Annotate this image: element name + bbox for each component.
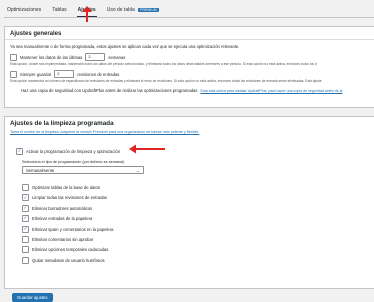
keep-revisions-input[interactable]: 2 [54,70,75,78]
schedule-option-checkbox[interactable]: ✓ [22,215,29,223]
keep-revisions-checkbox[interactable] [10,70,17,78]
schedule-option-row: ✓ Eliminar borradores automáticos [22,204,93,212]
general-settings-title: Ajustes generales [5,27,374,40]
keep-weeks-unit: semanas [108,54,126,60]
keep-data-note: Esta opción, donde sea implementada, man… [10,62,317,66]
save-settings-button[interactable]: Guardar ajustes [12,293,53,302]
schedule-type-label: Selecciona el tipo de programación (por … [22,160,125,164]
annotation-arrow-up [82,6,92,22]
keep-weeks-input[interactable]: 2 [85,53,106,61]
schedule-type-value: Semanalmente [26,168,55,173]
scheduled-cleanup-panel: Ajustes de la limpieza programada Toma e… [4,116,374,289]
keep-revisions-row: Siempre guardar 2 revisiones de entradas [10,70,119,78]
schedule-option-label: Limpiar todas las revisiones de entradas [32,195,107,201]
schedule-option-checkbox[interactable] [22,256,29,264]
keep-revisions-note: Esta opción mantendrá un número de espec… [10,79,322,83]
schedule-title: Ajustes de la limpieza programada [10,120,114,127]
schedule-option-checkbox[interactable]: ✓ [22,225,29,233]
backup-link[interactable]: Esta está activa para instalar UpdraftPl… [200,89,342,93]
schedule-option-row: Optimizar tablas de la base de datos [22,184,100,191]
backup-text: Haz una copia de seguridad con UpdraftPl… [21,88,198,93]
schedule-option-label: Eliminar entradas de la papelera [32,216,93,222]
enable-schedule-checkbox[interactable]: ✓ [16,148,23,155]
chevron-down-icon: ⌄ [136,168,140,173]
schedule-option-label: Eliminar spam y comentarios en la papele… [32,226,114,232]
schedule-type-select[interactable]: Semanalmente ⌄ [22,166,144,174]
schedule-option-checkbox[interactable] [22,246,29,254]
keep-data-label: Mantener los datos de las últimas [20,54,83,60]
premium-promo-link[interactable]: Toma el control de la limpieza: Adquiere… [10,130,199,134]
keep-data-row: Mantener los datos de las últimas 2 sema… [10,53,125,61]
schedule-option-row: ✓ Eliminar entradas de la papelera [22,215,93,223]
schedule-option-label: Eliminar opciones temporales caducadas [32,247,109,253]
tab-uso-de-tabla-label: Uso de tabla [106,7,135,13]
schedule-option-checkbox[interactable] [22,236,29,243]
schedule-option-label: Optimizar tablas de la base de datos [32,185,100,190]
backup-row: Haz una copia de seguridad con UpdraftPl… [21,88,343,93]
tab-tablas[interactable]: Tablas [51,6,67,17]
schedule-option-label: Quitar metadatos de usuario huérfanos [32,257,105,263]
schedule-option-checkbox[interactable]: ✓ [22,204,29,212]
schedule-option-label: Eliminar borradores automáticos [32,205,93,211]
schedule-option-row: ✓ Limpiar todas las revisiones de entrada… [22,194,107,202]
schedule-option-checkbox[interactable] [22,184,29,191]
schedule-option-row: Eliminar opciones temporales caducadas [22,246,109,254]
schedule-option-label: Eliminar comentarios sin aprobar [32,237,94,242]
schedule-option-row: Quitar metadatos de usuario huérfanos [22,256,105,264]
tab-uso-de-tabla[interactable]: Uso de tabla PREMIUM [106,6,160,17]
general-settings-panel: Ajustes generales Ya sea manualmente o d… [4,26,374,108]
premium-badge: PREMIUM [138,8,159,12]
enable-schedule-label: Activar la programación de limpieza y op… [26,149,121,154]
schedule-option-row: ✓ Eliminar spam y comentarios en la papel… [22,225,114,233]
keep-revisions-label: Siempre guardar [20,71,52,77]
enable-schedule-row: ✓ Activar la programación de limpieza y … [16,148,120,155]
tabs-divider [4,17,374,18]
annotation-arrow-left [129,144,165,154]
keep-data-checkbox[interactable] [10,53,17,61]
schedule-option-row: Eliminar comentarios sin aprobar [22,236,93,243]
general-intro: Ya sea manualmente o de forma programada… [10,44,240,49]
schedule-option-checkbox[interactable]: ✓ [22,194,29,202]
tab-optimizaciones[interactable]: Optimizaciones [6,6,42,17]
keep-revisions-unit: revisiones de entradas [77,71,120,77]
